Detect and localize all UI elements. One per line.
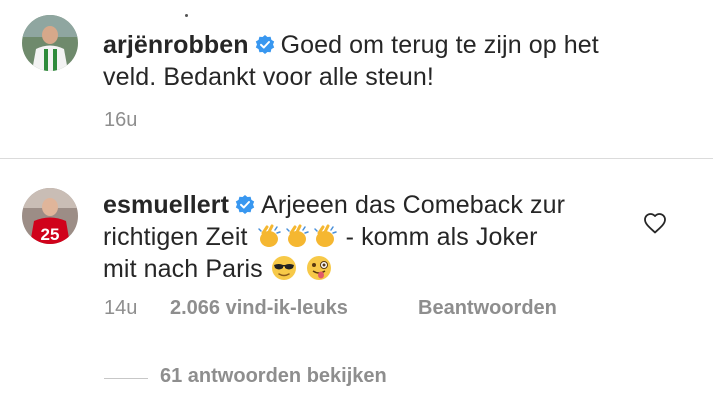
avatar[interactable]: 25 — [22, 188, 78, 244]
replies-divider-line — [104, 378, 148, 379]
verified-badge-icon — [255, 35, 274, 54]
heart-icon[interactable] — [643, 212, 667, 234]
comment-text-line-1: Arjeeen das Comeback zur — [261, 191, 566, 219]
avatar[interactable] — [22, 15, 78, 71]
comment-text-line-3: mit nach Paris — [103, 255, 263, 283]
timestamp: 16u — [104, 109, 138, 131]
clapping-hands-icon — [285, 224, 309, 247]
winking-tongue-face-icon — [306, 256, 331, 280]
comment-text-line-1: Goed om terug te zijn op het — [280, 31, 599, 59]
username-link[interactable]: arjënrobben — [103, 31, 249, 59]
clapping-hands-icon — [257, 224, 281, 247]
comment-body: arjënrobben Goed om terug te zijn op het … — [103, 29, 599, 93]
comment-body: esmuellert Arjeeen das Comeback zur richt… — [103, 189, 565, 285]
clapping-hands-icon — [313, 224, 337, 247]
comment-text-line-2: veld. Bedankt voor alle steun! — [103, 63, 434, 91]
verified-badge-icon — [235, 195, 255, 214]
top-dot — [185, 14, 188, 17]
likes-count-link[interactable]: 2.066 vind-ik-leuks — [170, 296, 348, 320]
comment-text-line-2: richtigen Zeit — [103, 223, 248, 251]
comments-panel: arjënrobben Goed om terug te zijn op het … — [0, 0, 713, 401]
username-link[interactable]: esmuellert — [103, 191, 229, 219]
timestamp: 14u — [104, 297, 138, 319]
reply-button[interactable]: Beantwoorden — [418, 296, 557, 320]
view-replies-button[interactable]: 61 antwoorden bekijken — [160, 365, 387, 388]
comment-text-line-2-end: - komm als Joker — [345, 223, 538, 251]
avatar-jersey-number: 25 — [41, 225, 60, 244]
divider — [0, 158, 713, 159]
sunglasses-face-icon — [271, 256, 296, 280]
